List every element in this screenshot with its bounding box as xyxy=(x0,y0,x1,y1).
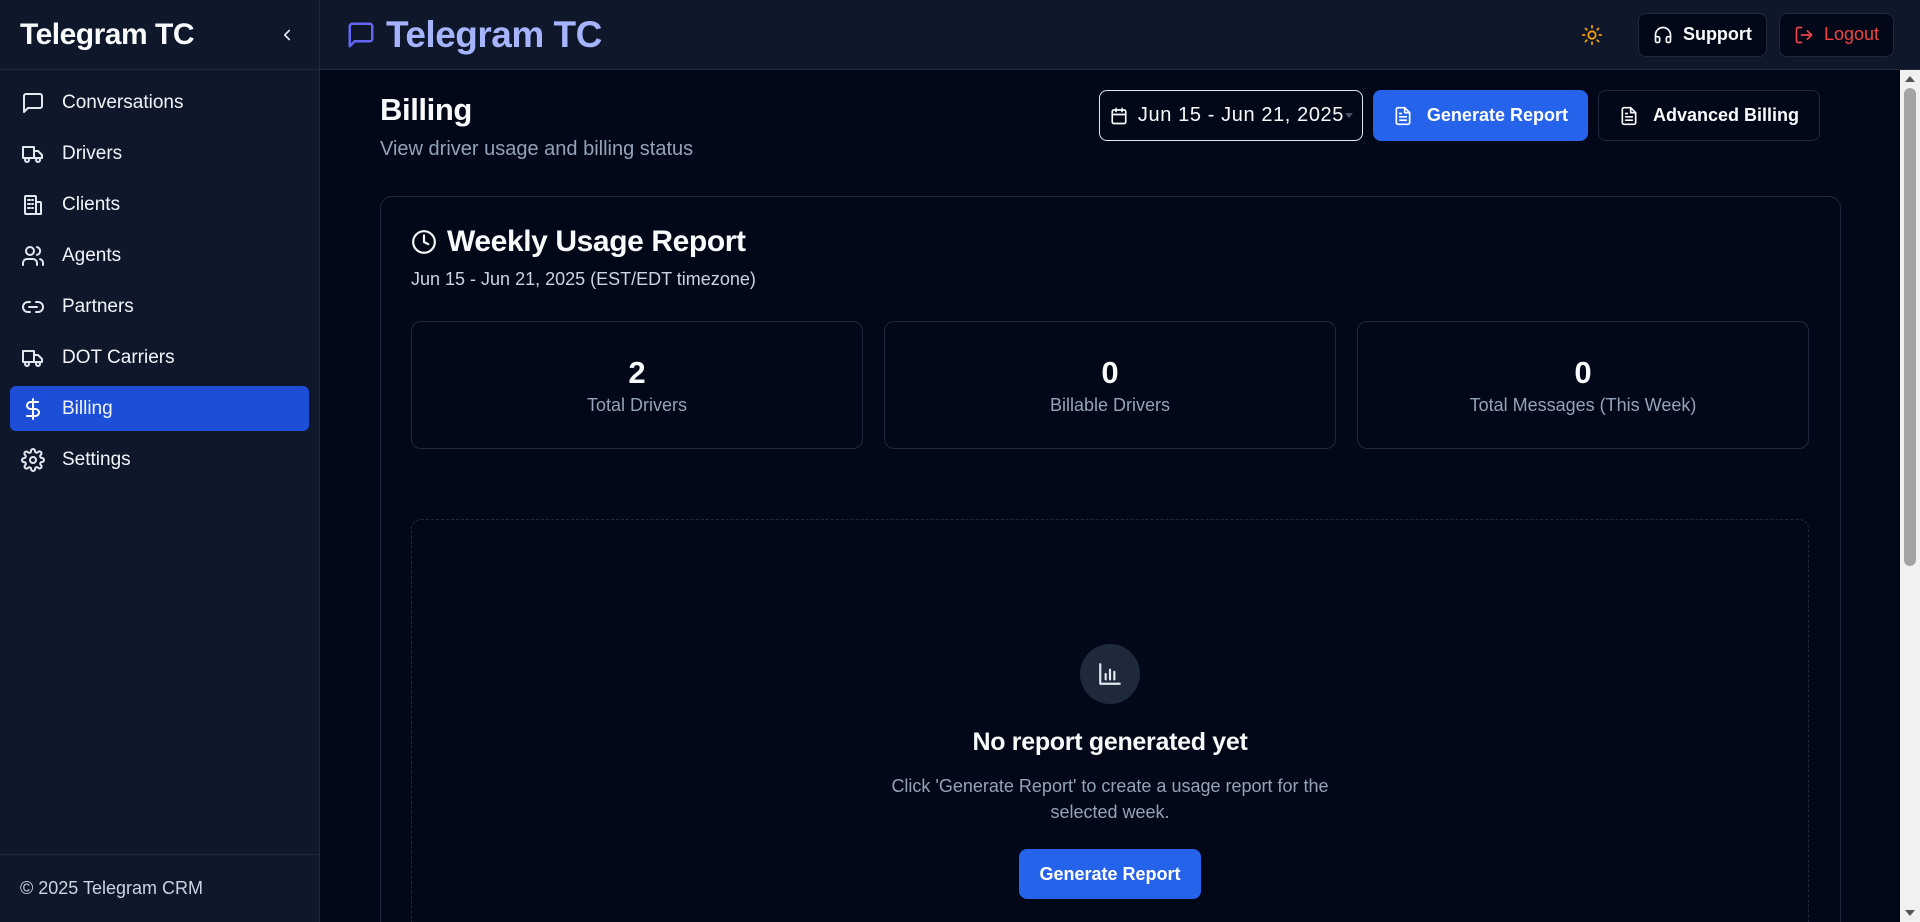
sidebar-item-conversations[interactable]: Conversations xyxy=(10,80,309,125)
file-text-icon xyxy=(1395,106,1411,125)
date-range-select[interactable]: Jun 15 - Jun 21, 2025 xyxy=(1098,90,1363,141)
sun-icon xyxy=(1581,24,1603,45)
stat-label: Billable Drivers xyxy=(1049,394,1171,415)
scroll-down-arrow[interactable] xyxy=(1905,910,1915,916)
stat-total-drivers: 2 Total Drivers xyxy=(411,321,863,449)
sidebar-item-partners[interactable]: Partners xyxy=(10,284,309,329)
generate-report-label: Generate Report xyxy=(1426,105,1568,125)
theme-toggle-button[interactable] xyxy=(1572,15,1612,55)
stat-label: Total Drivers xyxy=(586,394,688,415)
message-square-icon xyxy=(346,20,376,50)
empty-state-description: Click 'Generate Report' to create a usag… xyxy=(891,776,1329,822)
bar-chart-icon xyxy=(1080,644,1140,704)
headphones-icon xyxy=(1654,26,1672,43)
sidebar-item-label: Partners xyxy=(62,295,134,317)
sidebar-nav: Conversations Drivers Clients Agents Par… xyxy=(0,70,319,492)
sidebar-title: Telegram TC xyxy=(20,17,195,51)
empty-state: No report generated yet Click 'Generate … xyxy=(411,519,1809,922)
truck-icon xyxy=(20,345,46,371)
header-controls: Jun 15 - Jun 21, 2025 Generate Report Ad… xyxy=(1098,90,1820,141)
top-actions: Support Logout xyxy=(1572,12,1894,57)
logout-label: Logout xyxy=(1823,24,1879,44)
sidebar-item-label: DOT Carriers xyxy=(62,346,175,368)
sidebar-item-billing[interactable]: Billing xyxy=(10,386,309,431)
sidebar-item-clients[interactable]: Clients xyxy=(10,182,309,227)
brand: Telegram TC xyxy=(346,14,602,56)
link-icon xyxy=(20,294,46,320)
users-icon xyxy=(20,243,46,269)
empty-generate-report-button[interactable]: Generate Report xyxy=(1019,849,1201,899)
main-content: Billing View driver usage and billing st… xyxy=(320,70,1900,922)
sidebar-header: Telegram TC xyxy=(0,0,319,70)
chevron-down-icon xyxy=(1344,113,1353,118)
card-subtitle: Jun 15 - Jun 21, 2025 (EST/EDT timezone) xyxy=(411,269,756,289)
settings-icon xyxy=(20,447,46,473)
logout-button[interactable]: Logout xyxy=(1778,12,1894,57)
sidebar: Telegram TC Conversations Drivers Client… xyxy=(0,0,320,922)
brand-title: Telegram TC xyxy=(386,13,602,55)
advanced-billing-button[interactable]: Advanced Billing xyxy=(1597,90,1820,141)
sidebar-item-label: Agents xyxy=(62,244,122,266)
sidebar-item-agents[interactable]: Agents xyxy=(10,233,309,278)
message-square-icon xyxy=(20,90,46,116)
calendar-icon xyxy=(1111,107,1127,124)
sidebar-footer: © 2025 Telegram CRM xyxy=(0,854,319,922)
date-range-value: Jun 15 - Jun 21, 2025 xyxy=(1137,104,1344,126)
advanced-billing-label: Advanced Billing xyxy=(1652,105,1799,125)
sidebar-item-label: Billing xyxy=(62,397,113,419)
stat-value: 0 xyxy=(1101,354,1119,390)
log-out-icon xyxy=(1795,26,1813,43)
topbar: Telegram TC Support Logout xyxy=(320,0,1920,70)
empty-state-title: No report generated yet xyxy=(972,728,1248,756)
scroll-up-arrow[interactable] xyxy=(1905,76,1915,82)
clock-icon xyxy=(412,230,436,254)
sidebar-item-settings[interactable]: Settings xyxy=(10,437,309,482)
stat-value: 2 xyxy=(628,354,646,390)
stat-value: 0 xyxy=(1574,354,1592,390)
card-title: Weekly Usage Report xyxy=(447,225,746,258)
page-subtitle: View driver usage and billing status xyxy=(380,138,694,160)
file-text-icon xyxy=(1621,106,1637,125)
chevron-left-icon xyxy=(283,29,291,40)
sidebar-item-label: Settings xyxy=(62,448,131,470)
weekly-usage-report-card: Weekly Usage Report Jun 15 - Jun 21, 202… xyxy=(380,196,1841,922)
stat-billable-drivers: 0 Billable Drivers xyxy=(884,321,1336,449)
page-header: Billing View driver usage and billing st… xyxy=(380,92,693,161)
support-button[interactable]: Support xyxy=(1637,12,1767,57)
stat-total-messages: 0 Total Messages (This Week) xyxy=(1357,321,1809,449)
collapse-sidebar-button[interactable] xyxy=(275,23,299,47)
truck-icon xyxy=(20,141,46,167)
card-title-row: Weekly Usage Report xyxy=(411,225,746,259)
sidebar-item-label: Conversations xyxy=(62,91,184,113)
generate-report-button[interactable]: Generate Report xyxy=(1372,90,1588,141)
dollar-sign-icon xyxy=(20,396,46,422)
page-title: Billing xyxy=(380,92,472,127)
sidebar-item-dot-carriers[interactable]: DOT Carriers xyxy=(10,335,309,380)
support-label: Support xyxy=(1682,24,1752,44)
building-icon xyxy=(20,192,46,218)
sidebar-item-drivers[interactable]: Drivers xyxy=(10,131,309,176)
scrollbar[interactable] xyxy=(1900,70,1920,922)
sidebar-item-label: Clients xyxy=(62,193,121,215)
stats-row: 2 Total Drivers 0 Billable Drivers 0 Tot… xyxy=(411,321,1809,449)
stat-label: Total Messages (This Week) xyxy=(1469,394,1697,415)
scrollbar-thumb[interactable] xyxy=(1904,88,1916,566)
sidebar-item-label: Drivers xyxy=(62,142,123,164)
